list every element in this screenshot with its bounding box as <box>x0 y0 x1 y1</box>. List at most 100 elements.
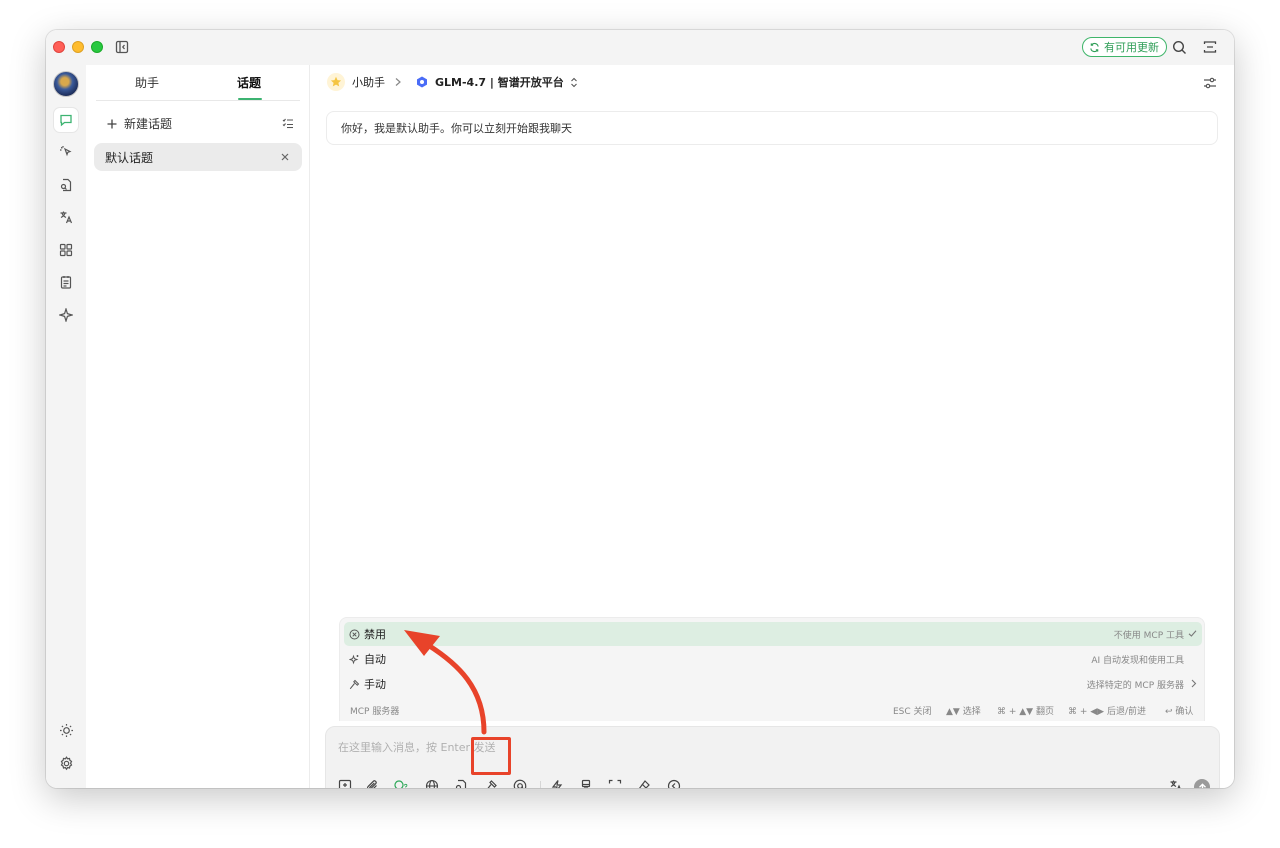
tab-topics[interactable]: 话题 <box>198 74 300 91</box>
new-topic-label: 新建话题 <box>124 117 173 131</box>
translate-icon <box>60 211 73 224</box>
annotation-highlight-box <box>471 737 511 775</box>
chat-nav-button[interactable] <box>54 108 78 132</box>
keyboard-hint: ▲▼ 选择 <box>946 707 981 717</box>
app-window: 有可用更新 助手 话题 新建话题 默认话题 小助手 GLM-4.7 | 智谱开放… <box>46 30 1234 788</box>
brush-icon <box>581 779 591 788</box>
fullscreen-tool-button[interactable] <box>606 777 624 788</box>
grid-icon <box>59 243 73 257</box>
message-plus-icon <box>338 779 352 788</box>
glm-model-icon <box>416 76 428 88</box>
arrow-up-icon <box>1198 782 1206 788</box>
close-window-button[interactable] <box>53 41 65 53</box>
sliders-icon[interactable] <box>1203 76 1217 93</box>
new-topic-tool-button[interactable] <box>336 777 354 788</box>
send-button[interactable] <box>1194 779 1210 788</box>
quick-phrase-tool-button[interactable] <box>548 777 566 788</box>
minimize-window-button[interactable] <box>72 41 84 53</box>
mcp-option-label: 自动 <box>364 653 386 666</box>
collapse-toolbar-button[interactable] <box>665 777 683 788</box>
breadcrumb: 小助手 GLM-4.7 | 智谱开放平台 <box>327 73 578 91</box>
nav-rail <box>46 65 86 788</box>
sort-list-icon[interactable] <box>282 117 294 132</box>
chevron-updown-icon[interactable] <box>570 77 578 88</box>
lightbulb-icon <box>394 780 408 788</box>
attachment-tool-button[interactable] <box>364 777 382 788</box>
dropdown-footer-title: MCP 服务器 <box>350 707 400 717</box>
translate-icon <box>1170 780 1181 788</box>
topic-sidebar: 助手 话题 新建话题 默认话题 <box>86 65 310 788</box>
sparkle-icon <box>347 652 361 666</box>
keyboard-hint: ESC 关闭 <box>893 707 932 717</box>
greeting-message: 你好，我是默认助手。你可以立刻开始跟我聊天 <box>326 111 1218 145</box>
mcp-option-desc: 选择特定的 MCP 服务器 <box>1086 680 1184 691</box>
sidebar-tabs: 助手 话题 <box>96 65 300 101</box>
globe-icon <box>425 779 439 788</box>
sparkle-cursor-icon <box>60 146 72 157</box>
files-nav-button[interactable] <box>54 173 78 197</box>
sun-icon <box>59 723 73 737</box>
notepad-icon <box>60 276 72 289</box>
circle-chevron-left-icon <box>667 779 681 788</box>
file-search-icon <box>455 779 467 788</box>
plus-icon <box>107 119 117 128</box>
topic-item[interactable]: 默认话题 <box>94 143 302 171</box>
mcp-option-desc: AI 自动发现和使用工具 <box>1091 655 1184 666</box>
eraser-tool-button[interactable] <box>635 777 653 788</box>
at-sign-icon <box>513 779 527 788</box>
update-available-badge[interactable]: 有可用更新 <box>1082 37 1167 57</box>
mcp-tools-button[interactable] <box>482 777 500 788</box>
user-avatar[interactable] <box>53 71 79 97</box>
thinking-tool-button[interactable] <box>393 777 411 788</box>
eraser-icon <box>639 780 650 788</box>
assistant-star-icon <box>327 73 345 91</box>
apps-nav-button[interactable] <box>54 238 78 262</box>
web-search-tool-button[interactable] <box>423 777 441 788</box>
theme-toggle-button[interactable] <box>54 718 78 742</box>
expand-corners-icon <box>608 779 622 784</box>
mcp-option-desc: 不使用 MCP 工具 <box>1113 630 1184 641</box>
search-icon[interactable] <box>1171 39 1187 55</box>
chevron-right-icon <box>1190 679 1197 688</box>
chat-bubble-icon <box>60 114 72 127</box>
active-tab-indicator <box>238 98 262 100</box>
chevron-right-icon <box>394 77 402 87</box>
keyboard-hint: ↩ 确认 <box>1165 707 1194 717</box>
topic-item-label: 默认话题 <box>105 150 154 165</box>
close-icon[interactable] <box>280 151 290 165</box>
zoom-window-button[interactable] <box>91 41 103 53</box>
titlebar: 有可用更新 <box>46 30 1234 65</box>
circle-x-icon <box>347 627 361 641</box>
file-search-icon <box>60 178 72 192</box>
hammer-icon <box>487 780 497 788</box>
star-sparkle-icon <box>59 308 73 322</box>
sidebar-toggle-icon[interactable] <box>114 39 130 55</box>
model-selector[interactable]: GLM-4.7 | 智谱开放平台 <box>435 74 564 90</box>
tab-assistants[interactable]: 助手 <box>96 74 198 91</box>
settings-nav-button[interactable] <box>54 751 78 775</box>
keyboard-hint: ⌘ + ▲▼ 翻页 <box>997 707 1054 717</box>
paperclip-icon <box>366 780 377 788</box>
refresh-icon <box>1090 42 1099 52</box>
agents-nav-button[interactable] <box>54 140 78 164</box>
hammer-icon <box>347 677 361 691</box>
mention-tool-button[interactable] <box>511 777 529 788</box>
explore-nav-button[interactable] <box>54 303 78 327</box>
toolbar-divider <box>540 781 541 788</box>
translate-nav-button[interactable] <box>54 205 78 229</box>
translate-tool-button[interactable] <box>1167 777 1185 788</box>
lightning-icon <box>551 780 563 788</box>
assistant-name[interactable]: 小助手 <box>352 74 385 90</box>
update-available-label: 有可用更新 <box>1104 41 1159 54</box>
notes-nav-button[interactable] <box>54 270 78 294</box>
mcp-option-label: 禁用 <box>364 628 386 641</box>
keyboard-hint: ⌘ + ◀▶ 后退/前进 <box>1068 707 1146 717</box>
mcp-option-label: 手动 <box>364 678 386 691</box>
annotation-arrow <box>404 630 487 735</box>
checkmark-icon <box>1188 629 1197 638</box>
clear-context-tool-button[interactable] <box>577 777 595 788</box>
expand-window-icon[interactable] <box>1202 39 1218 55</box>
knowledge-tool-button[interactable] <box>452 777 470 788</box>
gear-icon <box>60 755 72 770</box>
new-topic-button[interactable]: 新建话题 <box>106 115 172 132</box>
